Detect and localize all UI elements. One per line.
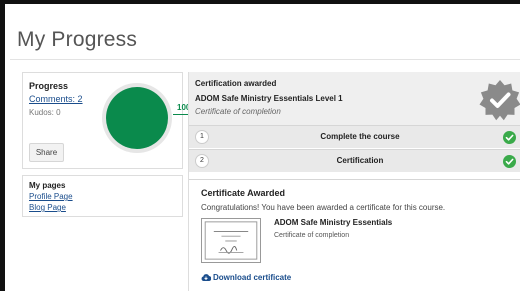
download-certificate-link[interactable]: Download certificate (201, 273, 291, 282)
download-label: Download certificate (213, 273, 292, 282)
certification-panel: Certification awarded ADOM Safe Ministry… (188, 72, 520, 291)
step-row-certification[interactable]: 2 Certification (189, 149, 520, 172)
certificate-awarded-section: Certificate Awarded Congratulations! You… (189, 179, 520, 291)
step-number: 1 (195, 130, 209, 144)
awarded-message: Congratulations! You have been awarded a… (201, 203, 446, 212)
cloud-download-icon (201, 274, 212, 282)
check-circle-icon (503, 155, 516, 168)
share-button[interactable]: Share (29, 143, 64, 162)
seal-check-icon (479, 80, 520, 121)
blog-page-link[interactable]: Blog Page (29, 203, 66, 212)
kudos-count: Kudos: 0 (29, 108, 61, 117)
progress-fill (106, 87, 168, 149)
progress-heading: Progress (29, 81, 69, 91)
step-number: 2 (195, 154, 209, 168)
profile-page-link[interactable]: Profile Page (29, 192, 73, 201)
progress-ring (102, 83, 172, 153)
my-pages-card: My pages Profile Page Blog Page (22, 175, 183, 217)
progress-card: Progress Comments: 2 Kudos: 0 100% Share (22, 72, 197, 169)
certificate-title: ADOM Safe Ministry Essentials (274, 218, 393, 227)
comments-link[interactable]: Comments: 2 (29, 94, 83, 104)
awarded-title: Certificate Awarded (201, 188, 286, 198)
certification-header: Certification awarded ADOM Safe Ministry… (189, 72, 520, 125)
step-row-complete-course[interactable]: 1 Complete the course (189, 125, 520, 148)
certificate-subtitle: Certificate of completion (195, 107, 281, 116)
step-label: Certification (336, 156, 384, 165)
certificate-type: Certificate of completion (274, 232, 350, 239)
check-circle-icon (503, 131, 516, 144)
step-label: Complete the course (320, 132, 400, 141)
my-pages-heading: My pages (29, 181, 66, 190)
certificate-name: ADOM Safe Ministry Essentials Level 1 (195, 94, 343, 103)
certification-status: Certification awarded (195, 79, 277, 88)
page-title: My Progress (17, 28, 138, 51)
certificate-thumbnail-icon (201, 218, 261, 263)
title-divider (10, 59, 520, 60)
